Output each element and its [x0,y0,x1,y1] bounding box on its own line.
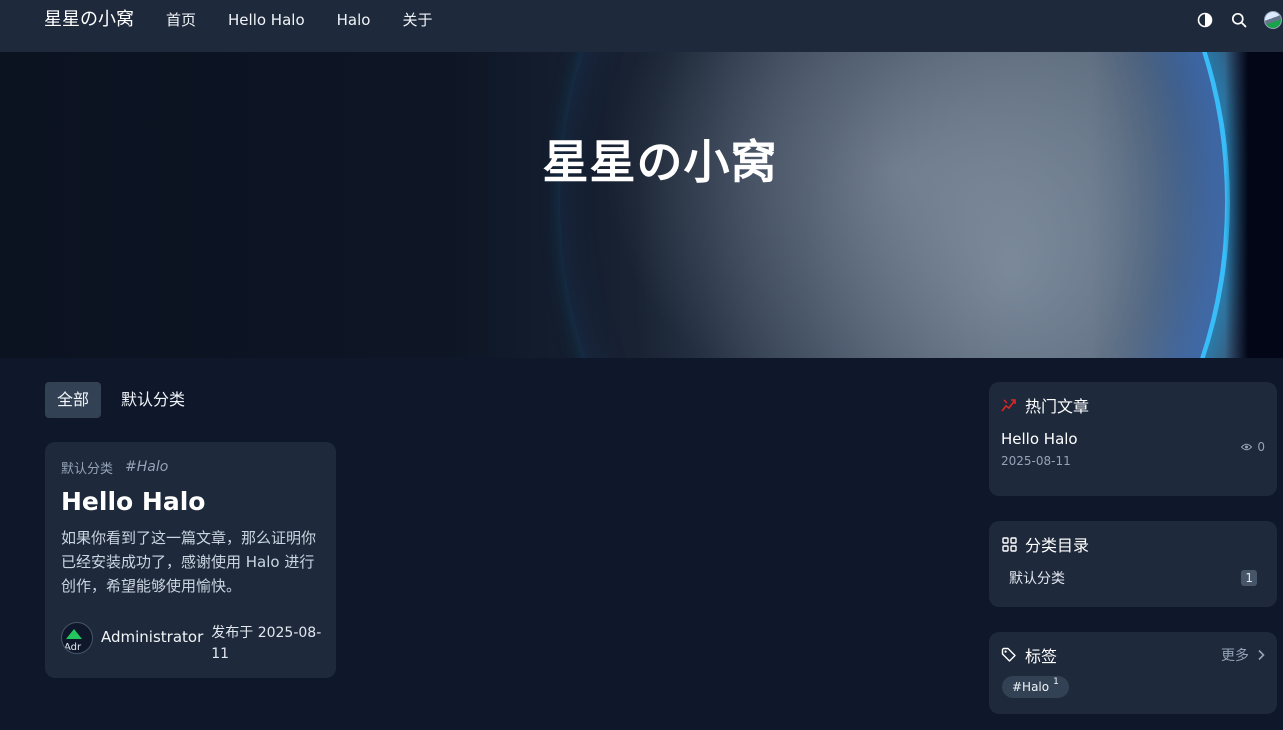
publish-date: 发布于 2025-08-11 [211,625,322,662]
earth-horizon-glow [560,52,1230,358]
tab-all[interactable]: 全部 [45,382,102,418]
widget-header: 分类目录 [1001,533,1265,555]
tag-chip-count: 1 [1053,677,1059,687]
category-item[interactable]: 默认分类 1 [1001,567,1265,589]
post-excerpt: 如果你看到了这一篇文章，那么证明你已经安装成功了，感谢使用 Halo 进行创作，… [61,529,317,595]
widget-header: 热门文章 [1001,394,1265,416]
broken-image-icon [66,629,82,639]
post-category[interactable]: 默认分类 [61,458,113,477]
category-tabs: 全部 默认分类 [45,382,205,418]
tags-more-link[interactable]: 更多 [1221,645,1265,665]
user-avatar[interactable] [1263,10,1283,30]
widget-header: 标签 更多 [1001,644,1265,666]
trending-icon [1001,397,1017,413]
hot-post-title[interactable]: Hello Halo [1001,430,1265,448]
chevron-right-icon [1257,649,1265,661]
tag-chip-name: #Halo [1012,680,1050,694]
tags-widget: 标签 更多 #Halo 1 [989,632,1277,714]
hot-posts-widget: 热门文章 Hello Halo 2025-08-11 0 [989,382,1277,496]
hot-post-date: 2025-08-11 [1001,454,1071,468]
hot-post-item[interactable]: Hello Halo 2025-08-11 0 [1001,430,1265,468]
post-meta: 默认分类 #Halo [61,458,320,477]
space-background [1225,52,1283,358]
nav-item-home[interactable]: 首页 [166,10,196,30]
avatar-image-icon [1264,11,1282,29]
main-nav: 首页 Hello Halo Halo 关于 [166,10,464,30]
grid-icon [1001,536,1017,552]
categories-title: 分类目录 [1025,536,1090,555]
author-avatar[interactable]: Adr [61,622,93,654]
post-title[interactable]: Hello Halo [61,486,320,518]
nav-tools [1181,10,1283,30]
author-name[interactable]: Administrator [101,628,203,646]
tag-chip[interactable]: #Halo 1 [1002,676,1069,698]
tags-title: 标签 [1025,647,1058,666]
view-count: 0 [1257,440,1265,454]
hero-title: 星星の小窝 [542,135,778,189]
category-name[interactable]: 默认分类 [1009,568,1065,588]
more-label: 更多 [1221,648,1249,664]
post-card[interactable]: 默认分类 #Halo Hello Halo 如果你看到了这一篇文章，那么证明你已… [45,442,336,678]
tab-default-category[interactable]: 默认分类 [109,382,197,418]
post-tag[interactable]: #Halo [125,459,168,475]
top-navbar: 星星の小窝 首页 Hello Halo Halo 关于 [0,0,1283,52]
author-avatar-alt: Adr [64,642,82,653]
search-icon[interactable] [1229,10,1249,30]
hot-post-views: 0 [1241,440,1265,454]
hero-banner: 星星の小窝 [0,52,1283,358]
categories-widget: 分类目录 默认分类 1 [989,521,1277,607]
theme-toggle-icon[interactable] [1195,10,1215,30]
nav-item-hello-halo[interactable]: Hello Halo [228,10,305,30]
category-count-badge: 1 [1241,570,1257,586]
nav-item-halo[interactable]: Halo [337,10,371,30]
site-brand[interactable]: 星星の小窝 [44,8,134,32]
tag-icon [1001,647,1017,663]
eye-icon [1241,443,1253,451]
nav-item-about[interactable]: 关于 [402,10,432,30]
hot-posts-title: 热门文章 [1025,397,1090,416]
post-author-row: Adr Administrator 发布于 2025-08-11 [61,622,331,665]
